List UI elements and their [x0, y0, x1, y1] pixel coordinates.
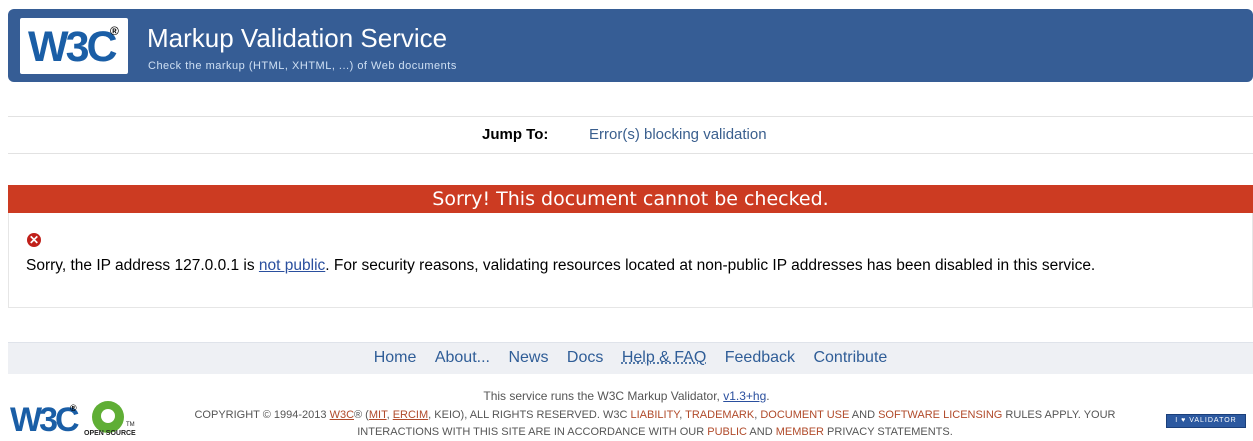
validator-version-line: This service runs the W3C Markup Validat… — [0, 389, 1253, 403]
nav-news[interactable]: News — [508, 349, 548, 366]
footer-w3c-logo[interactable]: W3C — [10, 401, 80, 440]
copyright-part: PRIVACY STATEMENTS. — [824, 426, 953, 438]
footer-w3c-logo-reg: ® — [70, 403, 77, 413]
open-source-tm: TM — [126, 422, 135, 428]
error-message: Sorry, the IP address 127.0.0.1 is not p… — [26, 257, 1095, 275]
document-use-link[interactable]: DOCUMENT USE — [760, 409, 849, 421]
copyright-text: COPYRIGHT © 1994-2013 W3C® (MIT, ERCIM, … — [170, 407, 1140, 441]
open-source-icon[interactable] — [92, 401, 124, 433]
page-title: Markup Validation Service — [147, 23, 448, 53]
copyright-part: RULES APPLY. YOUR — [1002, 409, 1116, 421]
w3c-logo[interactable]: W3C ® — [20, 18, 128, 74]
i-love-validator-badge[interactable]: I ♥ VALIDATOR — [1166, 414, 1246, 428]
nav-docs[interactable]: Docs — [567, 349, 603, 366]
jump-bar: Jump To: Error(s) blocking validation — [8, 116, 1253, 154]
nav-help-faq[interactable]: Help & FAQ — [622, 349, 706, 366]
open-source-label: OPEN SOURCE — [84, 430, 136, 437]
trademark-link[interactable]: TRADEMARK — [685, 409, 754, 421]
nav-home[interactable]: Home — [374, 349, 417, 366]
jump-label: Jump To: — [482, 126, 549, 143]
ercim-link[interactable]: ERCIM — [393, 409, 428, 421]
header-banner: W3C ® Markup Validation Service Check th… — [8, 9, 1253, 82]
public-privacy-link[interactable]: PUBLIC — [707, 426, 747, 438]
nav-about[interactable]: About... — [435, 349, 490, 366]
runs-text-before: This service runs the W3C Markup Validat… — [483, 389, 724, 403]
copyright-part: AND — [746, 426, 776, 438]
version-link[interactable]: v1.3+hg — [723, 389, 766, 403]
copyright-part: , KEIO), ALL RIGHTS RESERVED. W3C — [428, 409, 631, 421]
error-heading: Sorry! This document cannot be checked. — [8, 185, 1253, 213]
runs-text-after: . — [766, 389, 770, 403]
member-privacy-link[interactable]: MEMBER — [776, 426, 824, 438]
error-message-after: . For security reasons, validating resou… — [325, 257, 1096, 274]
w3c-logo-reg: ® — [110, 24, 119, 38]
w3c-link[interactable]: W3C — [330, 409, 354, 421]
jump-link-errors[interactable]: Error(s) blocking validation — [589, 126, 767, 143]
software-licensing-link[interactable]: SOFTWARE LICENSING — [878, 409, 1002, 421]
nav-feedback[interactable]: Feedback — [725, 349, 795, 366]
copyright-part: ® ( — [354, 409, 369, 421]
mit-link[interactable]: MIT — [369, 409, 387, 421]
w3c-logo-text: W3C — [28, 23, 118, 71]
footer-nav: Home About... News Docs Help & FAQ Feedb… — [8, 342, 1253, 374]
copyright-part: COPYRIGHT © 1994-2013 — [194, 409, 330, 421]
error-x-icon: ✕ — [27, 233, 41, 247]
copyright-part: INTERACTIONS WITH THIS SITE ARE IN ACCOR… — [357, 426, 708, 438]
not-public-link[interactable]: not public — [259, 257, 325, 274]
error-message-before: Sorry, the IP address 127.0.0.1 is — [26, 257, 259, 274]
nav-contribute[interactable]: Contribute — [813, 349, 887, 366]
liability-link[interactable]: LIABILITY — [631, 409, 680, 421]
copyright-part: AND — [849, 409, 879, 421]
error-box: ✕ Sorry, the IP address 127.0.0.1 is not… — [8, 213, 1253, 308]
page-subtitle: Check the markup (HTML, XHTML, ...) of W… — [148, 60, 457, 72]
